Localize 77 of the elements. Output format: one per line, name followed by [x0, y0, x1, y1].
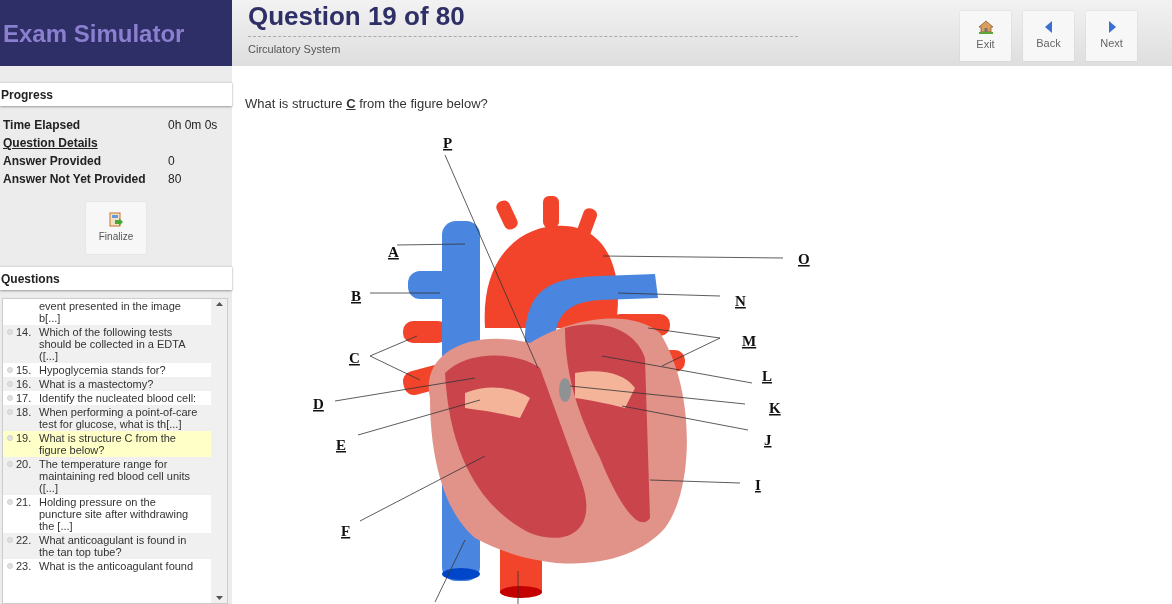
stat-label: Answer Provided — [3, 153, 103, 170]
diagram-label: M — [742, 332, 757, 349]
question-text: What anticoagulant is found in the tan top tube? — [39, 534, 188, 558]
diagram-label: C — [349, 349, 360, 366]
left-triangle-icon — [1044, 20, 1053, 33]
stat-value: 80 — [168, 171, 182, 188]
category-label: Circulatory System — [248, 42, 342, 57]
question-text: Which of the following tests should be collected in a EDTA ([...] — [39, 326, 187, 362]
diagram-label: L — [762, 367, 772, 384]
question-number: 20. — [16, 458, 32, 470]
scrollbar[interactable] — [211, 299, 227, 603]
section-title: Questions — [1, 270, 60, 288]
diagram-label: B — [351, 287, 361, 304]
leader-line — [369, 292, 441, 293]
finalize-button[interactable]: Finalize — [86, 202, 146, 254]
home-icon — [977, 19, 994, 34]
radio-icon — [6, 435, 13, 441]
stat-value: 0 — [168, 153, 175, 170]
stat-label: Time Elapsed — [3, 117, 82, 134]
diagram-label: K — [769, 399, 781, 416]
diagram-label: E — [336, 436, 346, 453]
diagram-label: F — [341, 522, 351, 539]
diagram-label: A — [388, 243, 399, 260]
right-triangle-icon — [1107, 20, 1116, 33]
radio-icon — [6, 537, 13, 543]
question-prompt: What is structure C from the figure below? — [245, 95, 489, 113]
radio-icon — [6, 395, 13, 401]
question-number: 17. — [16, 392, 32, 404]
question-text: When performing a point-of-care test for glucose, what is th[...] — [39, 406, 199, 430]
stat-label: Answer Not Yet Provided — [3, 171, 147, 188]
app-title: Exam Simulator — [3, 19, 185, 49]
diagram-label: P — [443, 134, 453, 151]
question-list-item[interactable]: 20. The temperature range for maintaining red blood cell units ([...] — [3, 457, 211, 495]
radio-icon — [6, 461, 13, 467]
radio-icon — [6, 409, 13, 415]
question-list-item[interactable]: 14. Which of the following tests should be collected in a EDTA ([...] — [3, 325, 211, 363]
question-number: 14. — [16, 326, 32, 338]
question-heading: Question 19 of 80 — [248, 0, 466, 32]
diagram-label: D — [313, 395, 324, 412]
question-list-item[interactable]: 18. When performing a point-of-care test for glucose, what is th[...] — [3, 405, 211, 431]
section-title: Progress — [1, 86, 54, 104]
scroll-down-icon[interactable] — [215, 596, 223, 600]
diagram-label: O — [798, 250, 810, 267]
question-number: 15. — [16, 364, 32, 376]
exit-button[interactable]: Exit — [960, 11, 1011, 61]
question-list-item[interactable]: 22. What anticoagulant is found in the tan top tube? — [3, 533, 211, 559]
question-number: 16. — [16, 378, 32, 390]
question-number: 23. — [16, 560, 32, 572]
radio-icon — [6, 367, 13, 373]
radio-icon — [6, 563, 13, 569]
radio-icon — [6, 499, 13, 505]
next-button[interactable]: Next — [1086, 11, 1137, 61]
question-text: What is structure C from the figure below? — [39, 432, 177, 456]
question-number: 21. — [16, 496, 32, 508]
question-text: Hypoglycemia stands for? — [39, 364, 167, 376]
leader-line — [434, 539, 466, 602]
leader-line — [517, 570, 519, 604]
question-number: 19. — [16, 432, 32, 444]
radio-icon — [6, 329, 13, 335]
question-text: event presented in the image b[...] — [39, 300, 182, 324]
question-text: The temperature range for maintaining red blood cell units ([...] — [39, 458, 192, 494]
question-list-item[interactable]: 16. What is a mastectomy? — [3, 377, 211, 391]
question-text: What is a mastectomy? — [39, 378, 155, 390]
diagram-label: J — [764, 431, 772, 448]
scroll-up-icon[interactable] — [215, 302, 223, 306]
question-text: What is the anticoagulant found — [39, 560, 195, 572]
question-list-item[interactable]: 19. What is structure C from the figure below? — [3, 431, 211, 457]
diagram-label: N — [735, 292, 746, 309]
question-number: 18. — [16, 406, 32, 418]
question-text: Identify the nucleated blood cell: — [39, 392, 198, 404]
question-number: 22. — [16, 534, 32, 546]
stat-value: 0h 0m 0s — [168, 117, 218, 134]
back-button[interactable]: Back — [1023, 11, 1074, 61]
radio-icon — [6, 381, 13, 387]
question-details-link[interactable]: Question Details — [3, 134, 98, 152]
question-text: Holding pressure on the puncture site after withdrawing the [...] — [39, 496, 190, 532]
diagram-label: I — [755, 476, 761, 493]
